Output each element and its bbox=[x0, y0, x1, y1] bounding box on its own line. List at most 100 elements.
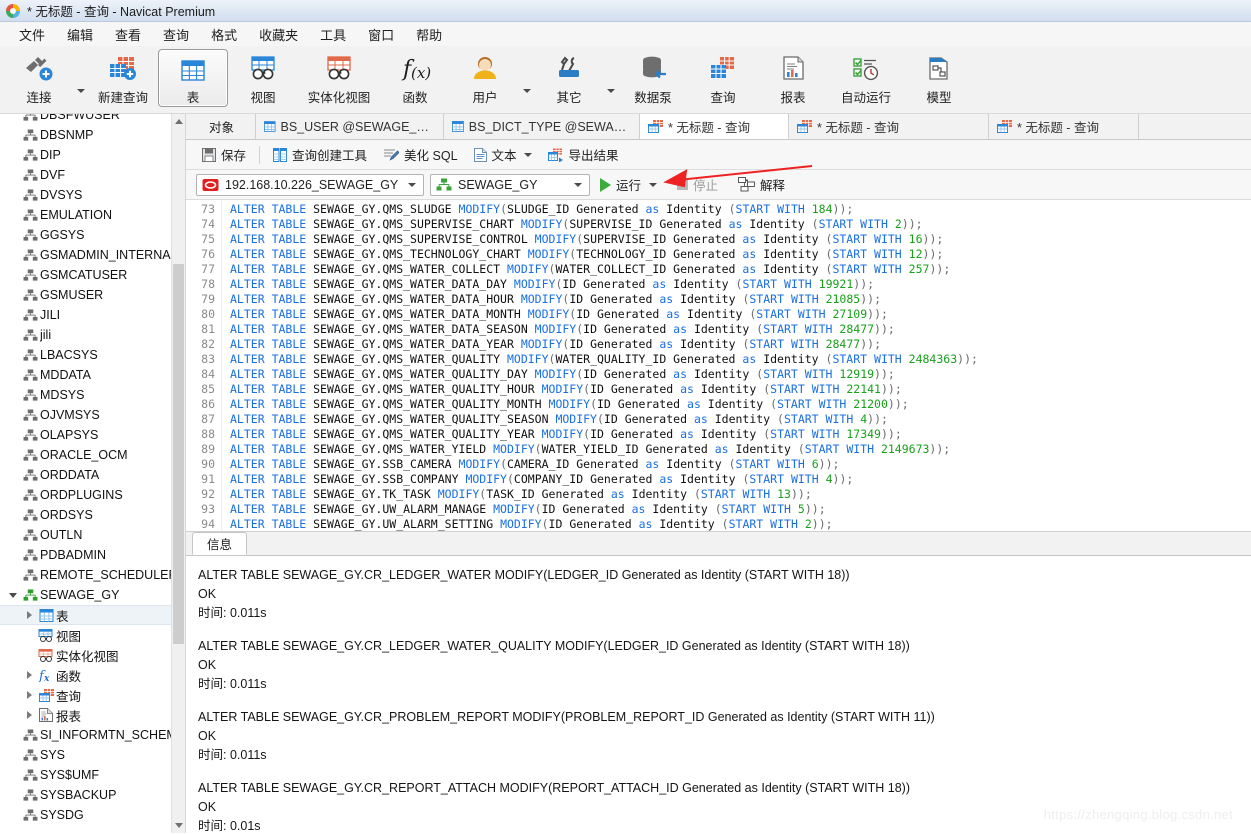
run-button[interactable]: 运行 bbox=[596, 173, 661, 196]
tab-objects[interactable]: 对象 bbox=[188, 114, 256, 139]
tree-item--[interactable]: f x 函数 bbox=[0, 665, 185, 685]
expander-open-icon[interactable] bbox=[6, 592, 20, 598]
tree-item-ggsys[interactable]: GGSYS bbox=[0, 225, 185, 245]
tree-item--[interactable]: 实体化视图 bbox=[0, 645, 185, 665]
tree-item-sysbackup[interactable]: SYSBACKUP bbox=[0, 785, 185, 805]
table-tab-icon bbox=[264, 121, 276, 132]
tree-item-dbsfwuser[interactable]: DBSFWUSER bbox=[0, 114, 185, 125]
menu-item-tools[interactable]: 工具 bbox=[309, 23, 357, 46]
text-view-button[interactable]: 文本 bbox=[466, 143, 540, 166]
tab-bs-dict-type[interactable]: BS_DICT_TYPE @SEWAGE_G... bbox=[444, 114, 640, 139]
expander-closed-icon[interactable] bbox=[22, 611, 36, 619]
explain-button[interactable]: 解释 bbox=[734, 173, 789, 196]
tree-item-si-informtn-schema[interactable]: SI_INFORMTN_SCHEMA bbox=[0, 725, 185, 745]
tree-item-remote-scheduler-agent[interactable]: REMOTE_SCHEDULER_AGENT bbox=[0, 565, 185, 585]
tree-item-sys[interactable]: SYS bbox=[0, 745, 185, 765]
tree-item-pdbadmin[interactable]: PDBADMIN bbox=[0, 545, 185, 565]
sidebar-scrollbar-thumb[interactable] bbox=[173, 264, 184, 644]
menu-item-view[interactable]: 查看 bbox=[104, 23, 152, 46]
toolbar-button-automation[interactable]: 自动运行 bbox=[828, 46, 904, 113]
menu-item-favorites[interactable]: 收藏夹 bbox=[248, 23, 309, 46]
tree-item-ordplugins[interactable]: ORDPLUGINS bbox=[0, 485, 185, 505]
query-builder-button[interactable]: 查询创建工具 bbox=[265, 143, 375, 166]
chevron-down-icon[interactable] bbox=[523, 152, 532, 157]
tree-item-dbsnmp[interactable]: DBSNMP bbox=[0, 125, 185, 145]
tree-item-orddata[interactable]: ORDDATA bbox=[0, 465, 185, 485]
chevron-down-icon[interactable] bbox=[571, 182, 585, 187]
tree-item-sys-umf[interactable]: SYS$UMF bbox=[0, 765, 185, 785]
tree-item-olapsys[interactable]: OLAPSYS bbox=[0, 425, 185, 445]
chevron-down-icon[interactable] bbox=[649, 182, 658, 187]
toolbar-button-materialized-view[interactable]: 实体化视图 bbox=[298, 46, 380, 113]
tree-item-oracle-ocm[interactable]: ORACLE_OCM bbox=[0, 445, 185, 465]
function-icon: f (x) bbox=[398, 52, 432, 86]
tree-item-label: DVF bbox=[40, 168, 65, 182]
expander-closed-icon[interactable] bbox=[22, 691, 36, 699]
toolbar-button-user[interactable]: 用户 bbox=[450, 46, 520, 113]
tree-item-gsmuser[interactable]: GSMUSER bbox=[0, 285, 185, 305]
menu-item-edit[interactable]: 编辑 bbox=[56, 23, 104, 46]
menu-item-help[interactable]: 帮助 bbox=[405, 23, 453, 46]
scroll-up-arrow-icon[interactable] bbox=[172, 114, 185, 129]
toolbar-button-model[interactable]: 模型 bbox=[904, 46, 974, 113]
tree-item-mdsys[interactable]: MDSYS bbox=[0, 385, 185, 405]
tree-item-ordsys[interactable]: ORDSYS bbox=[0, 505, 185, 525]
menu-item-format[interactable]: 格式 bbox=[200, 23, 248, 46]
tab-untitled-query-3[interactable]: * 无标题 - 查询 bbox=[989, 114, 1139, 139]
connection-dropdown-caret[interactable] bbox=[74, 46, 88, 113]
menu-item-file[interactable]: 文件 bbox=[8, 23, 56, 46]
menu-item-window[interactable]: 窗口 bbox=[357, 23, 405, 46]
scroll-down-arrow-icon[interactable] bbox=[172, 818, 185, 833]
tree-item-ojvmsys[interactable]: OJVMSYS bbox=[0, 405, 185, 425]
tree-item--[interactable]: 视图 bbox=[0, 625, 185, 645]
beautify-sql-button[interactable]: 美化 SQL bbox=[375, 143, 466, 166]
tree-item-sewage-gy[interactable]: SEWAGE_GY bbox=[0, 585, 185, 605]
sql-line: ALTER TABLE SEWAGE_GY.QMS_SUPERVISE_CHAR… bbox=[230, 217, 923, 231]
tree-item-gsmcatuser[interactable]: GSMCATUSER bbox=[0, 265, 185, 285]
tree-item--[interactable]: 表 bbox=[0, 605, 185, 625]
tree-item-jili[interactable]: jili bbox=[0, 325, 185, 345]
tree-item--[interactable]: 查询 bbox=[0, 685, 185, 705]
toolbar-button-query[interactable]: 查询 bbox=[688, 46, 758, 113]
save-button[interactable]: 保存 bbox=[194, 143, 254, 166]
tab-untitled-query-2[interactable]: * 无标题 - 查询 bbox=[789, 114, 989, 139]
tree-item-sysdg[interactable]: SYSDG bbox=[0, 805, 185, 825]
toolbar-button-others[interactable]: 其它 bbox=[534, 46, 604, 113]
toolbar-button-report[interactable]: 报表 bbox=[758, 46, 828, 113]
user-icon bbox=[468, 52, 502, 86]
expander-closed-icon[interactable] bbox=[22, 711, 36, 719]
expander-closed-icon[interactable] bbox=[22, 671, 36, 679]
tree-item--[interactable]: 报表 bbox=[0, 705, 185, 725]
tab-untitled-query-1[interactable]: * 无标题 - 查询 bbox=[640, 114, 789, 139]
tree-item-outln[interactable]: OUTLN bbox=[0, 525, 185, 545]
tree-item-dvsys[interactable]: DVSYS bbox=[0, 185, 185, 205]
toolbar-button-view[interactable]: 视图 bbox=[228, 46, 298, 113]
sql-editor[interactable]: 73 74 75 76 77 78 79 80 81 82 83 84 85 86 87 88 89 90 91 92… bbox=[186, 200, 1251, 532]
connection-value: 192.168.10.226_SEWAGE_GY bbox=[225, 177, 399, 192]
tab-messages[interactable]: 信息 bbox=[192, 532, 248, 555]
connection-select[interactable]: 192.168.10.226_SEWAGE_GY bbox=[196, 173, 424, 196]
export-result-button[interactable]: 导出结果 bbox=[540, 143, 627, 166]
tab-bs-user[interactable]: BS_USER @SEWAGE_GY (19... bbox=[256, 114, 444, 139]
tree-item-dip[interactable]: DIP bbox=[0, 145, 185, 165]
tree-item-dvf[interactable]: DVF bbox=[0, 165, 185, 185]
sql-code-area[interactable]: ALTER TABLE SEWAGE_GY.QMS_SLUDGE MODIFY(… bbox=[222, 200, 1251, 531]
tree-item-emulation[interactable]: EMULATION bbox=[0, 205, 185, 225]
chevron-down-icon[interactable] bbox=[405, 182, 419, 187]
menu-item-query[interactable]: 查询 bbox=[152, 23, 200, 46]
toolbar-button-new-query[interactable]: 新建查询 bbox=[88, 46, 158, 113]
toolbar-button-data-pump[interactable]: 数据泵 bbox=[618, 46, 688, 113]
tree-item-mddata[interactable]: MDDATA bbox=[0, 365, 185, 385]
message-log[interactable]: ALTER TABLE SEWAGE_GY.CR_LEDGER_WATER MO… bbox=[186, 556, 1251, 833]
user-dropdown-caret[interactable] bbox=[520, 46, 534, 113]
tree-item-gsmadmin-internal[interactable]: GSMADMIN_INTERNAL bbox=[0, 245, 185, 265]
others-dropdown-caret[interactable] bbox=[604, 46, 618, 113]
toolbar-button-function[interactable]: f (x) 函数 bbox=[380, 46, 450, 113]
tree-item-label: ORDPLUGINS bbox=[40, 488, 123, 502]
database-select[interactable]: SEWAGE_GY bbox=[430, 173, 590, 196]
sidebar-scrollbar[interactable] bbox=[171, 114, 185, 833]
tree-item-lbacsys[interactable]: LBACSYS bbox=[0, 345, 185, 365]
toolbar-button-table[interactable]: 表 bbox=[158, 49, 228, 107]
toolbar-button-connection[interactable]: 连接 bbox=[4, 46, 74, 113]
tree-item-jili[interactable]: JILI bbox=[0, 305, 185, 325]
